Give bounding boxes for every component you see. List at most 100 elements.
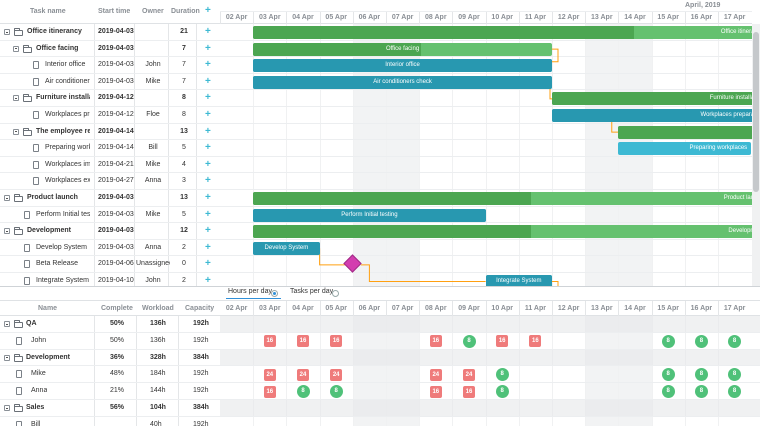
header-workload[interactable]: Workload	[142, 305, 174, 312]
task-row[interactable]: The employee relocat 2019-04-14 13 +	[0, 124, 220, 141]
task-row[interactable]: Office facing 2019-04-03 7 +	[0, 41, 220, 58]
collapse-toggle-icon[interactable]	[13, 45, 19, 52]
add-subtask-icon[interactable]: +	[205, 159, 211, 170]
task-row[interactable]: Air conditioners chec 2019-04-03 Mike 7 +	[0, 74, 220, 91]
header-name[interactable]: Name	[38, 305, 57, 312]
task-row[interactable]: Perform Initial testing 2019-04-03 Mike 5 +	[0, 207, 220, 224]
collapse-toggle-icon[interactable]	[4, 405, 10, 411]
task-bar[interactable]: Integrate System	[485, 275, 552, 286]
task-row[interactable]: Workplaces preparat 2019-04-12 Floe 8 +	[0, 107, 220, 124]
collapse-toggle-icon[interactable]	[13, 128, 19, 135]
collapse-toggle-icon[interactable]	[4, 228, 10, 235]
add-subtask-icon[interactable]: +	[205, 60, 211, 70]
add-subtask-icon[interactable]: +	[205, 242, 211, 253]
add-subtask-icon[interactable]: +	[205, 43, 211, 54]
task-row[interactable]: Interior office 2019-04-03 John 7 +	[0, 57, 220, 74]
dependency-link[interactable]	[552, 48, 559, 63]
workload-badge[interactable]: 8	[728, 368, 742, 382]
overload-badge[interactable]: 24	[463, 368, 475, 381]
plus-icon[interactable]: +	[205, 6, 211, 16]
add-subtask-icon[interactable]: +	[205, 27, 211, 37]
task-bar[interactable]: Develop System	[253, 241, 320, 255]
workload-badge[interactable]: 8	[694, 385, 708, 399]
task-row[interactable]: Beta Release 2019-04-06 Unassigned 0 +	[0, 256, 220, 273]
workload-badge[interactable]: 8	[296, 385, 310, 399]
overload-badge[interactable]: 24	[263, 368, 276, 381]
task-row[interactable]: Development 2019-04-03 12 +	[0, 223, 220, 240]
task-bar[interactable]: Preparing workplaces	[618, 142, 752, 156]
task-row[interactable]: Workplaces importat 2019-04-21 Mike 4 +	[0, 157, 220, 174]
task-bar[interactable]: Air conditioners check	[253, 75, 552, 89]
tasks-option[interactable]: Tasks per day	[290, 288, 333, 295]
overload-badge[interactable]: 16	[529, 335, 542, 348]
resource-row[interactable]: QA 50% 136h 192h	[0, 316, 220, 333]
task-bar[interactable]: Office facing	[253, 42, 552, 56]
overload-badge[interactable]: 24	[330, 368, 343, 381]
dependency-link[interactable]	[360, 264, 486, 282]
overload-badge[interactable]: 16	[429, 385, 442, 398]
header-owner[interactable]: Owner	[142, 8, 164, 15]
hours-radio[interactable]	[271, 290, 278, 297]
overload-badge[interactable]: 16	[330, 335, 343, 348]
task-bar[interactable]	[618, 125, 752, 139]
task-row[interactable]: Product launch 2019-04-03 13 +	[0, 190, 220, 207]
workload-badge[interactable]: 8	[495, 368, 509, 382]
overload-badge[interactable]: 24	[429, 368, 442, 381]
collapse-toggle-icon[interactable]	[4, 195, 10, 201]
resource-row[interactable]: John 50% 136h 192h	[0, 333, 220, 350]
add-subtask-icon[interactable]: +	[205, 226, 211, 236]
resource-row[interactable]: Anna 21% 144h 192h	[0, 383, 220, 400]
hours-option[interactable]: Hours per day	[228, 288, 272, 295]
header-complete[interactable]: Complete	[101, 305, 133, 312]
workload-badge[interactable]: 8	[728, 385, 742, 399]
header-duration[interactable]: Duration	[171, 8, 200, 15]
task-bar[interactable]: Development	[253, 225, 752, 239]
overload-badge[interactable]: 16	[496, 335, 509, 348]
workload-badge[interactable]: 8	[694, 334, 708, 348]
add-subtask-icon[interactable]: +	[205, 176, 211, 186]
resource-row[interactable]: Development 36% 328h 384h	[0, 350, 220, 367]
overload-badge[interactable]: 16	[463, 385, 475, 398]
workload-badge[interactable]: 8	[694, 368, 708, 382]
task-bar[interactable]: Furniture installation	[552, 92, 752, 106]
header-capacity[interactable]: Capacity	[185, 305, 214, 312]
vertical-scrollbar[interactable]	[752, 24, 760, 286]
resource-row[interactable]: Sales 56% 104h 384h	[0, 400, 220, 417]
overload-badge[interactable]: 16	[297, 335, 309, 348]
add-subtask-icon[interactable]: +	[205, 143, 211, 153]
task-row[interactable]: Integrate System 2019-04-10 John 2 +	[0, 273, 220, 286]
collapse-toggle-icon[interactable]	[4, 354, 10, 361]
add-subtask-icon[interactable]: +	[205, 193, 211, 203]
workload-badge[interactable]: 8	[329, 385, 343, 399]
header-task-name[interactable]: Task name	[30, 8, 66, 15]
task-bar[interactable]: Product launch	[253, 192, 752, 205]
overload-badge[interactable]: 16	[429, 335, 442, 348]
header-start-time[interactable]: Start time	[98, 8, 130, 15]
task-bar[interactable]: Workplaces preparation	[552, 109, 752, 122]
add-subtask-icon[interactable]: +	[205, 259, 211, 269]
add-subtask-icon[interactable]: +	[205, 110, 211, 120]
add-subtask-icon[interactable]: +	[205, 276, 211, 286]
task-bar[interactable]: Perform Initial testing	[253, 208, 486, 222]
add-subtask-icon[interactable]: +	[205, 93, 211, 103]
workload-badge[interactable]: 8	[728, 334, 742, 348]
tasks-radio[interactable]	[332, 290, 339, 297]
overload-badge[interactable]: 16	[263, 385, 276, 398]
workload-badge[interactable]: 8	[462, 334, 476, 348]
task-row[interactable]: Workplaces exportat 2019-04-27 Anna 3 +	[0, 173, 220, 190]
scrollbar-thumb[interactable]	[753, 32, 759, 192]
workload-badge[interactable]: 8	[661, 368, 675, 382]
resource-row[interactable]: Bill 40h 192h	[0, 417, 220, 426]
workload-badge[interactable]: 8	[495, 385, 509, 399]
workload-badge[interactable]: 8	[661, 334, 675, 348]
overload-badge[interactable]: 16	[263, 335, 276, 348]
dependency-link[interactable]	[611, 121, 619, 133]
overload-badge[interactable]: 24	[297, 368, 309, 381]
task-row[interactable]: Develop System 2019-04-03 Anna 2 +	[0, 240, 220, 257]
task-bar[interactable]: Interior office	[253, 59, 552, 73]
add-subtask-icon[interactable]: +	[205, 76, 211, 87]
dependency-link[interactable]	[319, 248, 345, 266]
collapse-toggle-icon[interactable]	[4, 29, 10, 35]
workload-badge[interactable]: 8	[661, 385, 675, 399]
dependency-link[interactable]	[552, 281, 559, 287]
